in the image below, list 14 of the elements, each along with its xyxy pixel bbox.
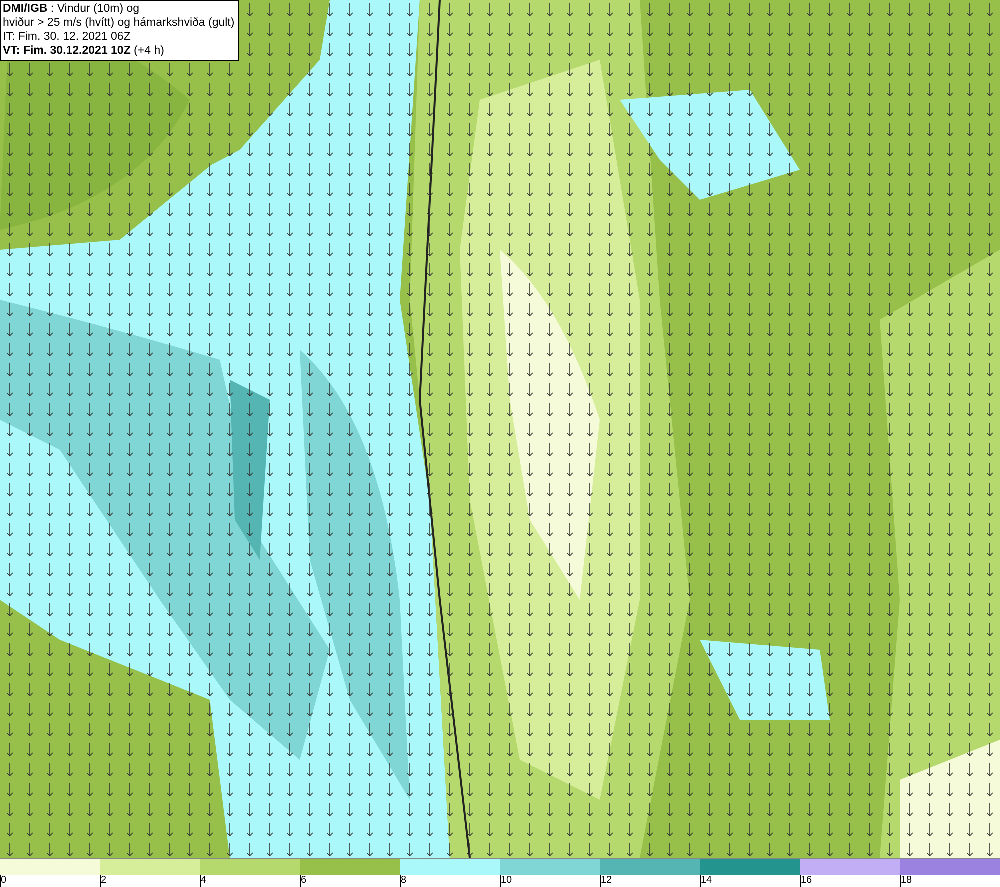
header-line: VT: Fim. 30.12.2021 10Z (+4 h) (3, 44, 166, 58)
scale-label: 6 (301, 875, 307, 886)
scale-label: 4 (201, 875, 207, 886)
header-line: IT: Fim. 30. 12. 2021 06Z (3, 30, 132, 44)
scale-label: 0 (1, 875, 7, 886)
scale-label: 10 (501, 875, 512, 886)
scale-label: 8 (401, 875, 407, 886)
scale-label: 12 (601, 875, 612, 886)
scale-label: 14 (701, 875, 712, 886)
scale-label: 2 (101, 875, 107, 886)
scale-label: 16 (801, 875, 812, 886)
header-line: hviður > 25 m/s (hvítt) og hámarkshviða (gult) (3, 16, 235, 30)
scale-label: 18 (901, 875, 912, 886)
header-line: DMI/IGB : Vindur (10m) og (3, 2, 141, 16)
